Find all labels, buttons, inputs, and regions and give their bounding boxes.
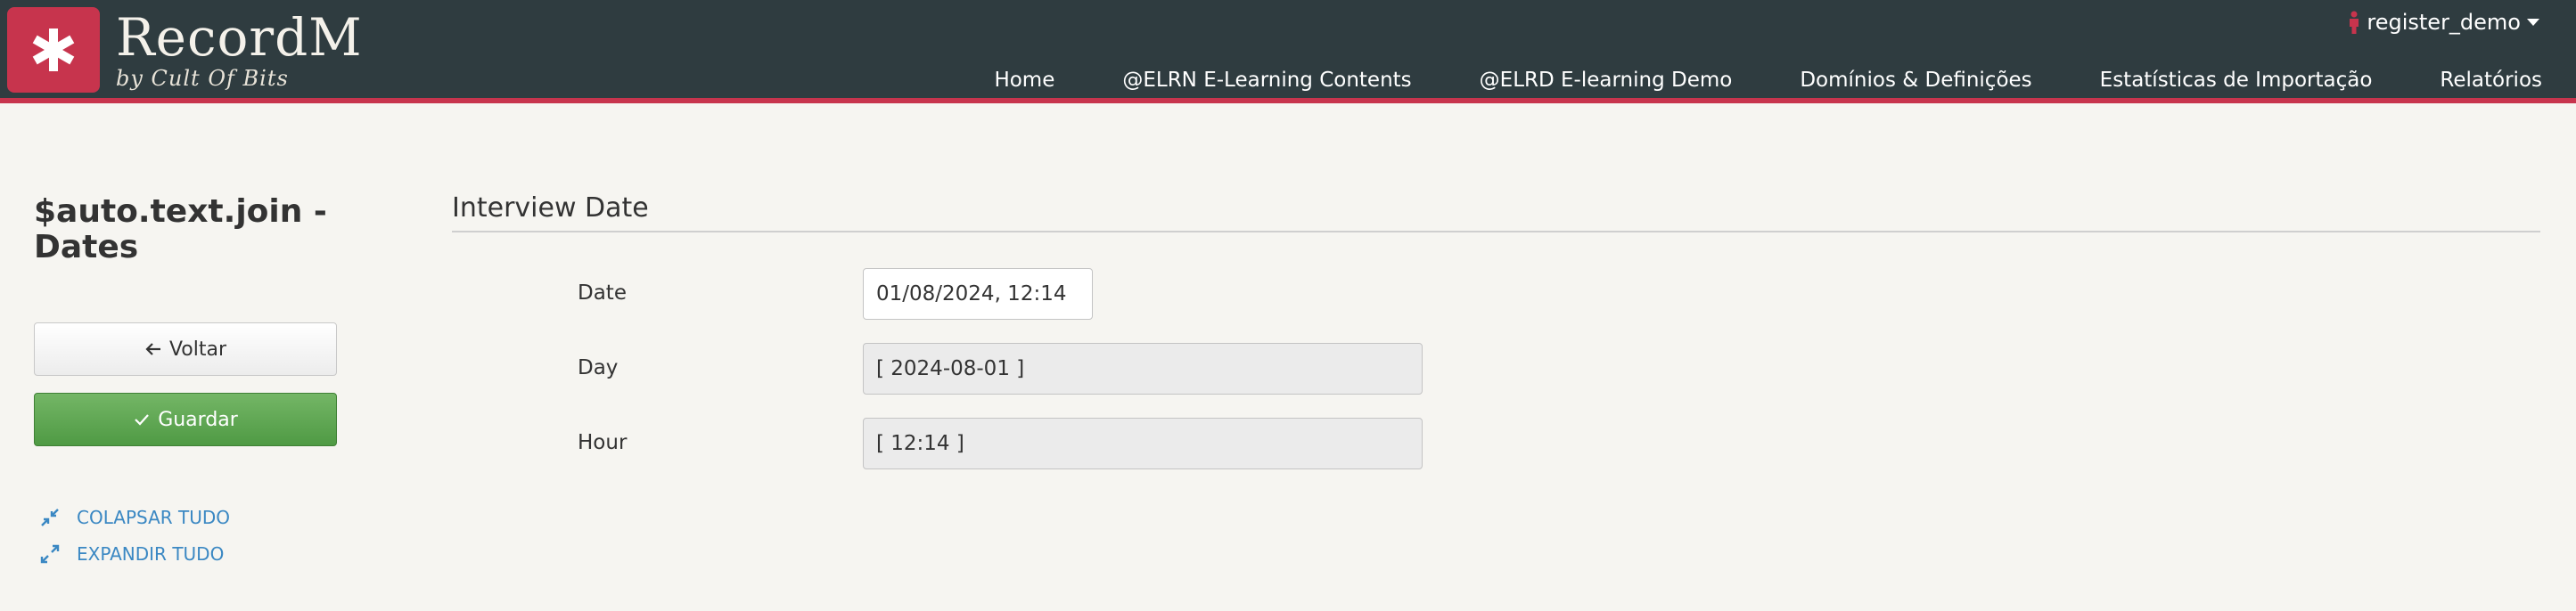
nav-estatisticas[interactable]: Estatísticas de Importação [2100, 69, 2373, 92]
date-input[interactable]: 01/08/2024, 12:14 [863, 268, 1093, 320]
back-button[interactable]: Voltar [34, 322, 337, 376]
nav-dominios[interactable]: Domínios & Definições [1800, 69, 2031, 92]
user-menu[interactable]: register_demo [2347, 7, 2540, 37]
logo[interactable] [7, 7, 100, 93]
top-navbar: RecordM by Cult Of Bits register_demo Ho… [0, 0, 2576, 103]
asterisk-logo-icon [32, 29, 75, 71]
save-button-label: Guardar [158, 408, 238, 431]
compress-icon [39, 507, 61, 528]
date-label: Date [578, 281, 627, 305]
section-title[interactable]: Interview Date [452, 192, 2540, 232]
check-icon [133, 411, 151, 428]
expand-all-label: EXPANDIR TUDO [77, 543, 225, 565]
nav-home[interactable]: Home [994, 69, 1054, 92]
hour-label: Hour [578, 431, 628, 454]
brand-name[interactable]: RecordM [116, 4, 363, 71]
collapse-all-link[interactable]: COLAPSAR TUDO [39, 504, 230, 531]
user-name: register_demo [2367, 10, 2521, 35]
expand-icon [39, 543, 61, 565]
back-button-label: Voltar [168, 338, 227, 361]
arrow-left-icon [144, 340, 162, 358]
nav-elrn-contents[interactable]: @ELRN E-Learning Contents [1122, 69, 1411, 92]
chevron-down-icon [2526, 17, 2540, 28]
nav-elrd-demo[interactable]: @ELRD E-learning Demo [1480, 69, 1733, 92]
day-label: Day [578, 356, 619, 379]
user-icon [2347, 11, 2361, 34]
hour-field: [ 12:14 ] [863, 418, 1423, 469]
day-field: [ 2024-08-01 ] [863, 343, 1423, 395]
expand-all-link[interactable]: EXPANDIR TUDO [39, 541, 224, 567]
nav-relatorios[interactable]: Relatórios [2440, 69, 2542, 92]
brand-subtitle: by Cult Of Bits [116, 66, 289, 91]
collapse-all-label: COLAPSAR TUDO [77, 507, 231, 528]
save-button[interactable]: Guardar [34, 393, 337, 446]
main-nav: Home @ELRN E-Learning Contents @ELRD E-l… [994, 62, 2542, 98]
page-title: $auto.text.join - Dates [34, 193, 327, 265]
